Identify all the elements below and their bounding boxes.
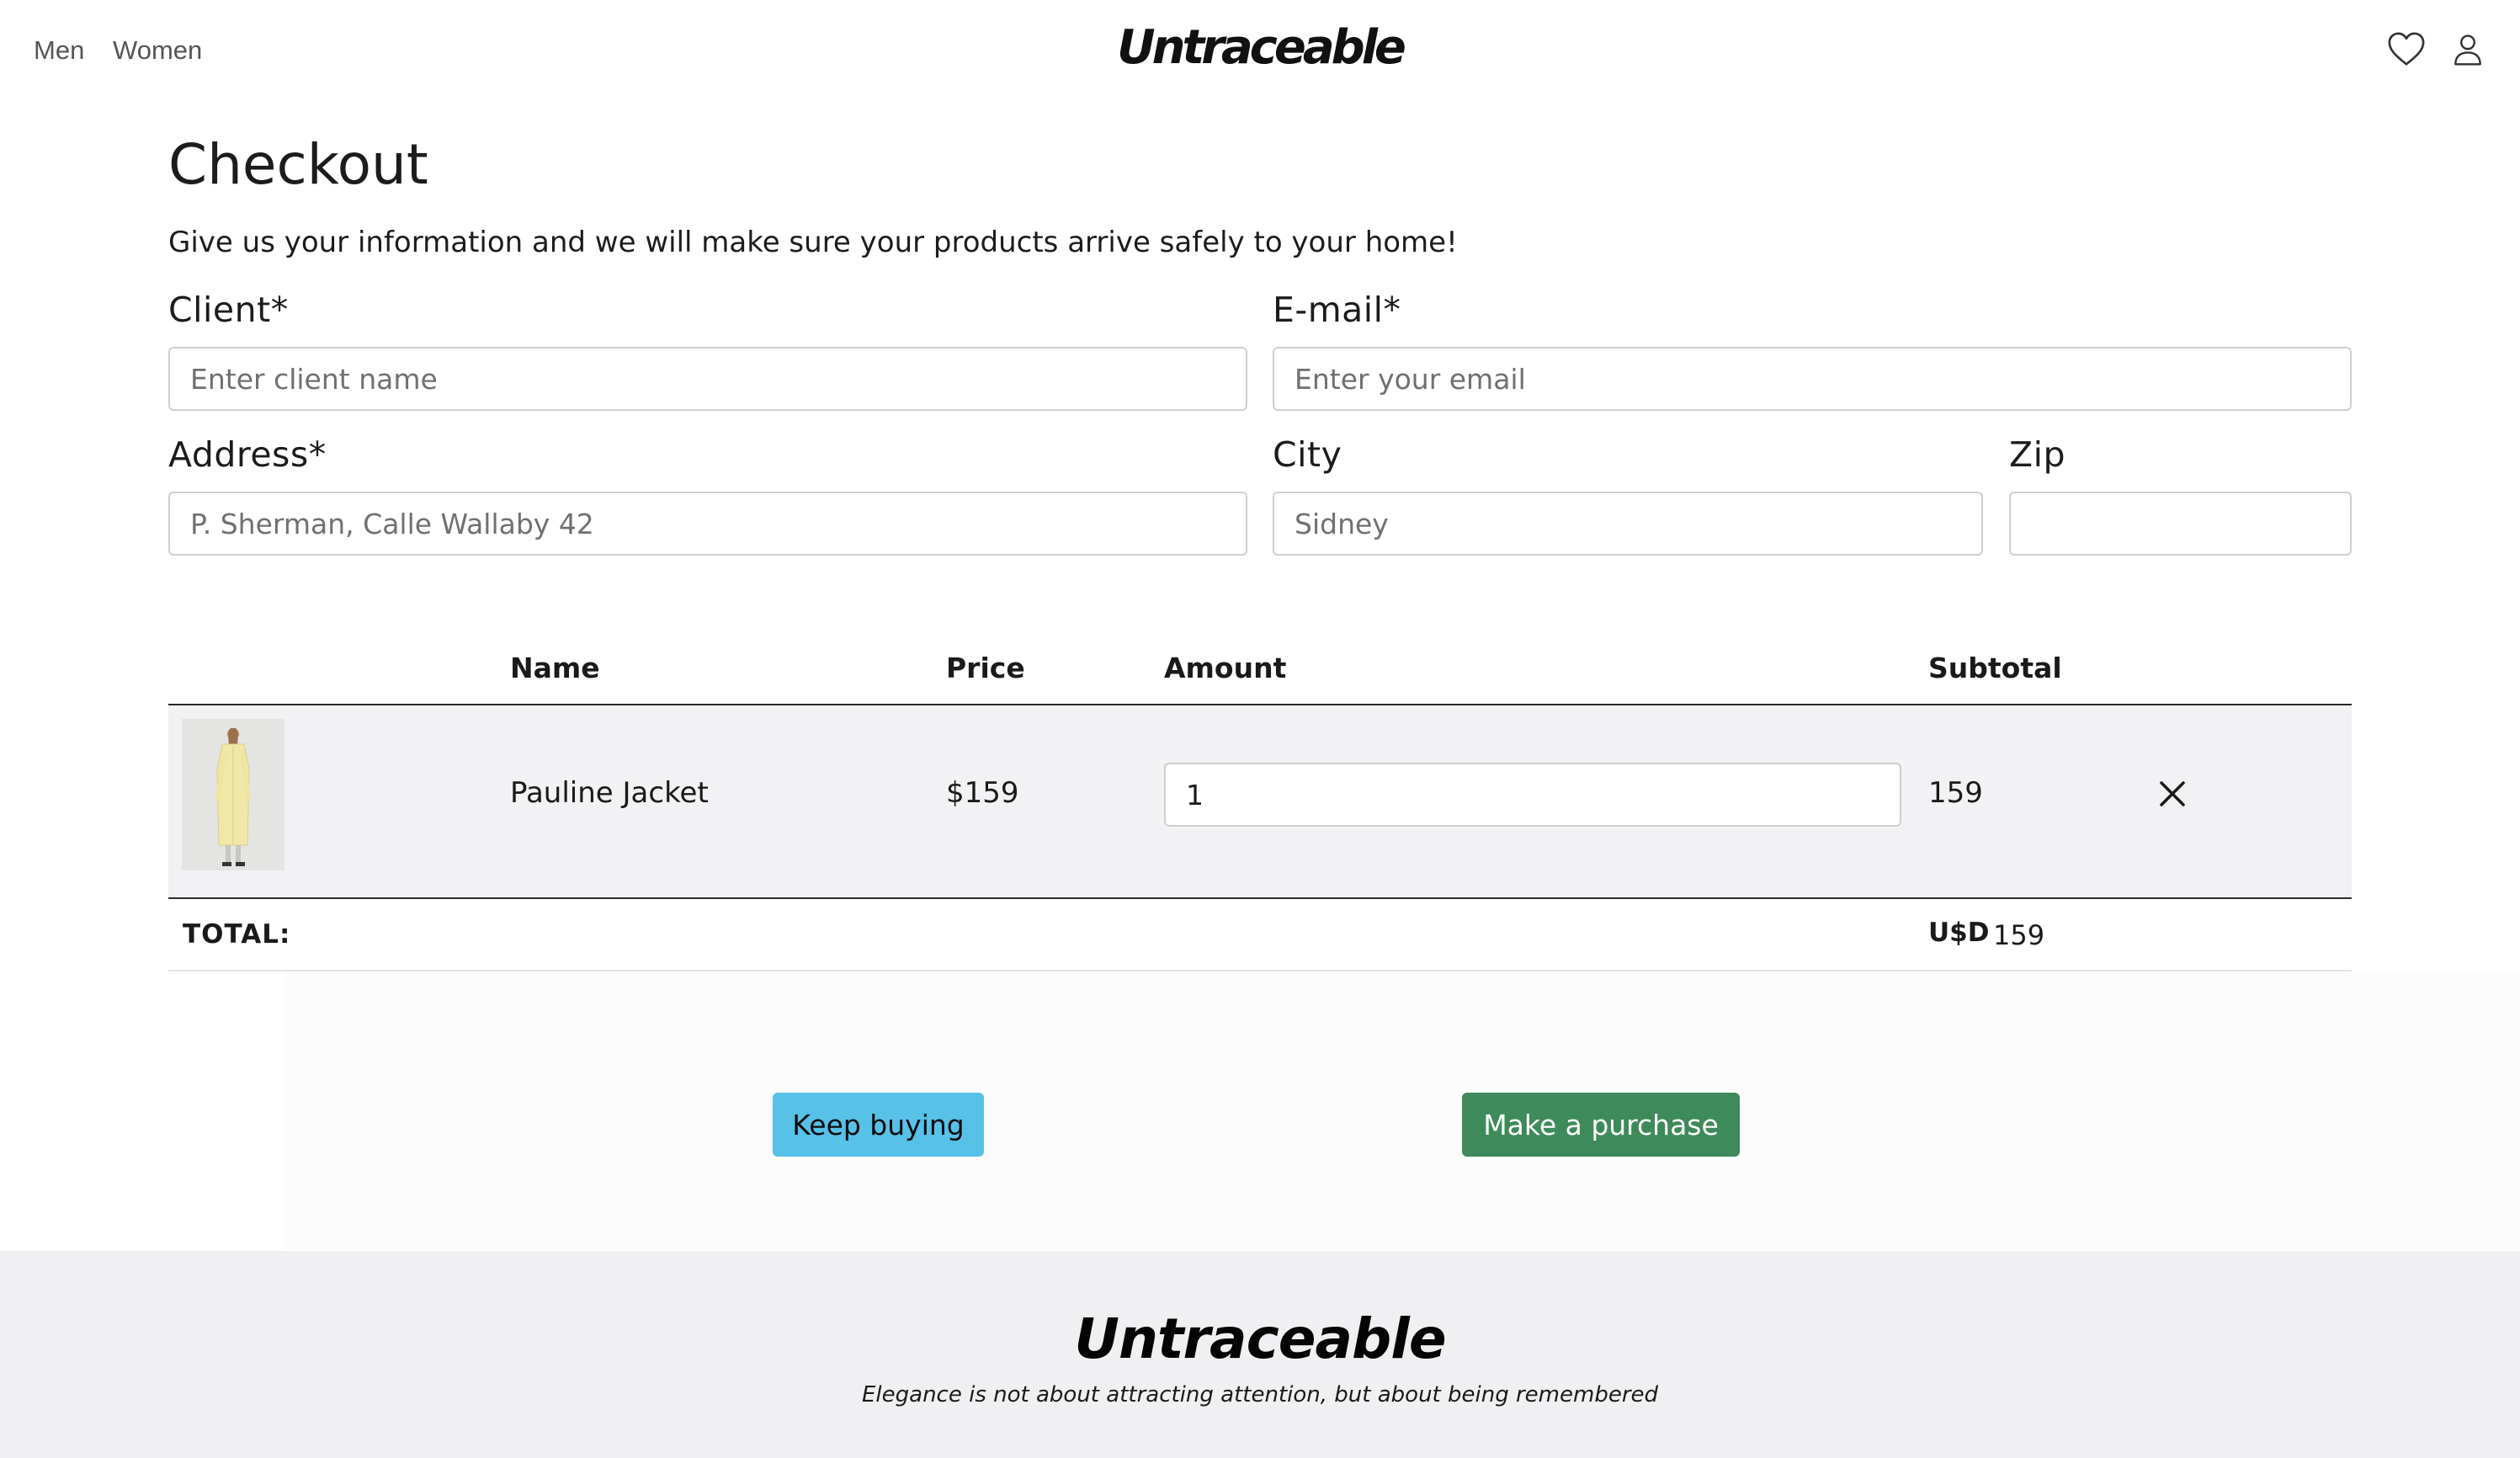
user-icon[interactable] xyxy=(2453,34,2483,69)
zip-label: Zip xyxy=(2009,434,2066,475)
site-header: Men Women Untraceable xyxy=(0,0,2520,108)
brand-logo[interactable]: Untraceable xyxy=(0,20,2520,75)
footer-tagline: Elegance is not about attracting attenti… xyxy=(861,1382,1659,1407)
column-header-price: Price xyxy=(946,652,1025,684)
zip-input[interactable] xyxy=(2009,492,2352,556)
make-purchase-button[interactable]: Make a purchase xyxy=(1462,1093,1740,1157)
table-row-divider xyxy=(168,897,2352,899)
column-header-subtotal: Subtotal xyxy=(1928,652,2062,684)
city-label: City xyxy=(1273,434,1342,475)
actions-area xyxy=(284,971,2520,1249)
site-footer: Untraceable Elegance is not about attrac… xyxy=(0,1251,2520,1458)
keep-buying-button[interactable]: Keep buying xyxy=(773,1093,984,1157)
city-input[interactable] xyxy=(1273,492,1983,556)
heart-icon[interactable] xyxy=(2387,30,2426,71)
product-name: Pauline Jacket xyxy=(510,776,709,810)
email-label: E-mail* xyxy=(1273,290,1401,330)
checkout-subtitle: Give us your information and we will mak… xyxy=(168,226,1458,259)
column-header-name: Name xyxy=(510,652,600,684)
total-currency: U$D xyxy=(1928,918,1990,948)
close-icon[interactable] xyxy=(2158,780,2187,808)
product-price: $159 xyxy=(946,776,1019,810)
total-value: 159 xyxy=(1993,919,2045,951)
product-image xyxy=(182,719,284,870)
total-label: TOTAL: xyxy=(183,919,291,950)
address-input[interactable] xyxy=(168,492,1247,556)
client-label: Client* xyxy=(168,290,289,330)
client-input[interactable] xyxy=(168,347,1247,411)
product-subtotal: 159 xyxy=(1928,776,1983,810)
page-title: Checkout xyxy=(168,132,428,197)
email-input[interactable] xyxy=(1273,347,2352,411)
footer-brand-logo: Untraceable xyxy=(1074,1306,1446,1371)
column-header-amount: Amount xyxy=(1164,652,1287,684)
address-label: Address* xyxy=(168,434,327,475)
amount-input[interactable] xyxy=(1164,763,1901,827)
